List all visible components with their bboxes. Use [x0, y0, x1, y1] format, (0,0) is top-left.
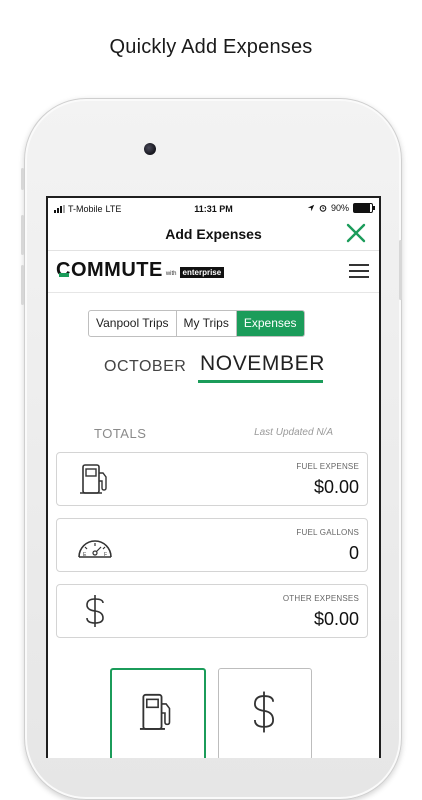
card-value: $0.00 — [313, 609, 359, 629]
card-label: OTHER EXPENSES — [282, 594, 359, 603]
fuel-gallons-card[interactable]: E F FUEL GALLONS 0 — [56, 518, 368, 572]
caption: Quickly Add Expenses — [109, 36, 313, 58]
nav-bar: Add Expenses — [48, 218, 379, 251]
tab-expenses[interactable]: Expenses — [236, 311, 304, 336]
svg-text:F: F — [104, 552, 107, 558]
tab-my-trips[interactable]: My Trips — [177, 311, 237, 336]
front-camera — [144, 143, 156, 155]
totals-heading: TOTALS — [94, 426, 147, 441]
month-current[interactable]: NOVEMBER — [200, 352, 325, 376]
phone-side-button-right — [399, 240, 402, 300]
fuel-gauge-icon: E F — [78, 540, 112, 558]
app-screen: T-Mobile LTE 11:31 PM 90% Add Expenses C… — [46, 196, 381, 758]
brand-bar: COMMUTE with enterprise — [48, 250, 379, 293]
fuel-pump-icon — [80, 464, 107, 494]
close-icon[interactable] — [345, 222, 367, 244]
commute-logo[interactable]: COMMUTE with enterprise — [56, 259, 225, 281]
alarm-icon — [319, 205, 327, 212]
phone-side-button-left-1 — [21, 168, 24, 190]
menu-icon[interactable] — [349, 264, 369, 278]
card-value: $0.00 — [313, 477, 359, 497]
last-updated: Last Updated N/A — [254, 427, 333, 438]
trip-tabs: Vanpool Trips My Trips Expenses — [88, 310, 305, 337]
other-expenses-card[interactable]: OTHER EXPENSES $0.00 — [56, 584, 368, 638]
card-label: FUEL GALLONS — [296, 528, 359, 537]
status-bar: T-Mobile LTE 11:31 PM 90% — [48, 198, 379, 218]
add-fuel-expense-button[interactable] — [110, 668, 206, 758]
month-selected-indicator — [198, 380, 323, 383]
dollar-icon — [253, 691, 275, 733]
phone-side-button-left-3 — [21, 265, 24, 305]
fuel-expense-card[interactable]: FUEL EXPENSE $0.00 — [56, 452, 368, 506]
month-previous[interactable]: OCTOBER — [104, 358, 186, 376]
location-icon — [307, 204, 315, 212]
card-value: 0 — [348, 543, 359, 563]
battery-percent: 90% — [330, 203, 349, 213]
page-title: Add Expenses — [165, 226, 262, 242]
fuel-pump-icon — [139, 693, 171, 730]
battery-icon — [353, 203, 375, 213]
logo-text: COMMUTE — [56, 259, 163, 281]
logo-partner: enterprise — [179, 267, 225, 278]
card-label: FUEL EXPENSE — [296, 462, 359, 471]
phone-side-button-left-2 — [21, 215, 24, 255]
tab-vanpool-trips[interactable]: Vanpool Trips — [89, 311, 177, 336]
dollar-icon — [86, 595, 104, 627]
add-other-expense-button[interactable] — [218, 668, 312, 758]
logo-with: with — [165, 271, 177, 277]
